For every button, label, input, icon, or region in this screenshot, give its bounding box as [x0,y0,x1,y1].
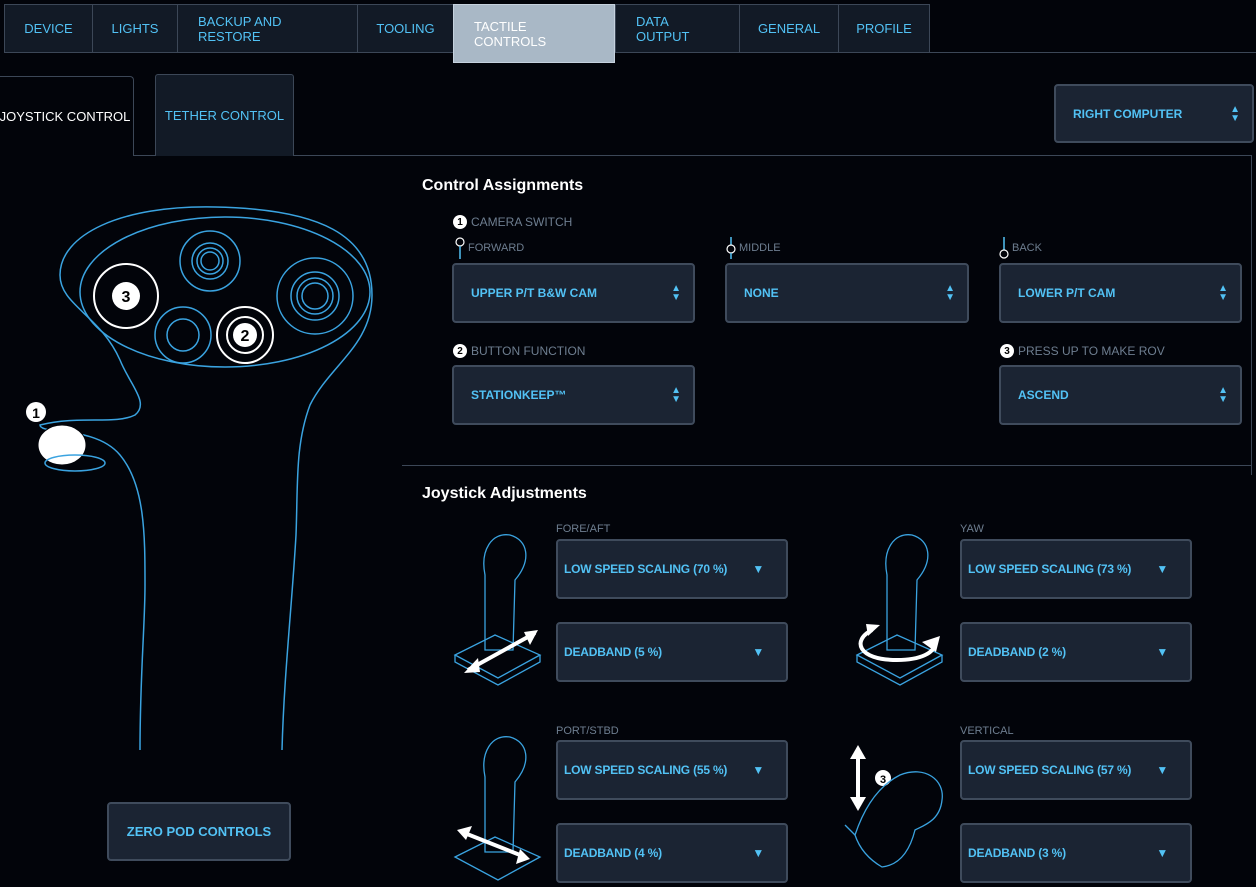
camera-switch-label: 1 CAMERA SWITCH [453,215,572,229]
fore-aft-deadband-select[interactable]: DEADBAND (5 %) ▼ [556,622,788,682]
tab-profile[interactable]: PROFILE [838,4,930,53]
svg-text:3: 3 [880,774,886,786]
section-divider [402,465,1252,466]
control-assignments-title: Control Assignments [422,177,584,194]
port-stbd-deadband-select[interactable]: DEADBAND (4 %) ▼ [556,823,788,883]
press-up-value: ASCEND [1018,388,1069,402]
camera-switch-diagram [37,424,87,466]
port-stbd-label: PORT/STBD [556,725,619,737]
panel-border [1251,155,1252,475]
up-down-arrows-icon: ▲ ▼ [1230,103,1240,124]
yaw-deadband-value: DEADBAND (2 %) [968,645,1066,659]
yaw-joystick-icon [855,534,944,686]
button-function-select[interactable]: STATIONKEEP™ ▲ ▼ [452,365,695,425]
vertical-label: VERTICAL [960,725,1014,737]
chevron-down-icon: ▼ [1156,645,1168,659]
tab-joystick-control[interactable]: JOYSTICK CONTROL [0,76,134,156]
switch-back-icon [999,237,1009,259]
forward-camera-value: UPPER P/T B&W CAM [471,286,597,300]
subtab-divider [294,155,1252,156]
chevron-down-icon: ▼ [752,846,764,860]
chevron-down-icon: ▼ [752,645,764,659]
switch-forward-icon [455,237,465,259]
zero-pod-controls-button[interactable]: ZERO POD CONTROLS [107,802,291,861]
tab-backup-and-restore[interactable]: BACKUP AND RESTORE [177,4,357,53]
yaw-scaling-select[interactable]: LOW SPEED SCALING (73 %) ▼ [960,539,1192,599]
switch-middle-icon [726,237,736,259]
joystick-diagram: 3 2 1 [26,206,373,751]
vertical-deadband-value: DEADBAND (3 %) [968,846,1066,860]
yaw-label: YAW [960,523,984,535]
yaw-scaling-value: LOW SPEED SCALING (73 %) [968,562,1132,576]
button-function-value: STATIONKEEP™ [471,388,567,402]
middle-label: MIDDLE [739,242,781,254]
chevron-down-icon: ▼ [1156,763,1168,777]
switch-1-number: 1 [32,405,40,421]
number-badge: 3 [1000,344,1014,358]
back-camera-value: LOWER P/T CAM [1018,286,1116,300]
computer-select-value: RIGHT COMPUTER [1073,106,1183,121]
up-down-arrows-icon: ▲ ▼ [671,385,681,405]
middle-camera-select[interactable]: NONE ▲ ▼ [725,263,969,323]
back-label: BACK [1012,242,1042,254]
top-divider [930,52,1256,53]
tab-tether-control[interactable]: TETHER CONTROL [155,74,294,156]
forward-label: FORWARD [468,242,525,254]
joystick-outline [39,206,373,751]
vertical-deadband-select[interactable]: DEADBAND (3 %) ▼ [960,823,1192,883]
chevron-down-icon: ▼ [1156,562,1168,576]
joystick-adjustments-title: Joystick Adjustments [422,485,587,502]
top-tab-bar: DEVICE LIGHTS BACKUP AND RESTORE TOOLING… [4,4,930,63]
hat-outer [179,230,241,292]
fore-aft-scaling-value: LOW SPEED SCALING (70 %) [564,562,728,576]
press-up-select[interactable]: ASCEND ▲ ▼ [999,365,1242,425]
fore-aft-deadband-value: DEADBAND (5 %) [564,645,662,659]
button-function-label: 2 BUTTON FUNCTION [453,344,585,358]
tab-tactile-controls[interactable]: TACTILE CONTROLS [453,4,615,63]
chevron-down-icon: ▼ [752,763,764,777]
forward-camera-select[interactable]: UPPER P/T B&W CAM ▲ ▼ [452,263,695,323]
press-up-label: 3 PRESS UP TO MAKE ROV [1000,344,1165,358]
vertical-joystick-icon: 3 [844,745,943,868]
port-stbd-joystick-icon [453,736,542,881]
small-button-outer [154,306,212,364]
tab-lights[interactable]: LIGHTS [92,4,177,53]
up-down-arrows-icon: ▲ ▼ [1218,385,1228,405]
trigger-outer [276,257,354,335]
port-stbd-scaling-select[interactable]: LOW SPEED SCALING (55 %) ▼ [556,740,788,800]
back-camera-select[interactable]: LOWER P/T CAM ▲ ▼ [999,263,1242,323]
vertical-scaling-select[interactable]: LOW SPEED SCALING (57 %) ▼ [960,740,1192,800]
chevron-down-icon: ▼ [752,562,764,576]
camera-switch-text: CAMERA SWITCH [471,215,573,229]
fore-aft-label: FORE/AFT [556,523,611,535]
vertical-scaling-value: LOW SPEED SCALING (57 %) [968,763,1132,777]
chevron-down-icon: ▼ [1156,846,1168,860]
button-function-text: BUTTON FUNCTION [471,344,586,358]
button-3-number: 3 [122,289,131,306]
up-down-arrows-icon: ▲ ▼ [671,283,681,303]
press-up-text: PRESS UP TO MAKE ROV [1018,344,1165,358]
number-badge: 2 [453,344,467,358]
tab-data-output[interactable]: DATA OUTPUT [615,4,739,53]
tab-tooling[interactable]: TOOLING [357,4,453,53]
button-2-number: 2 [241,328,250,345]
port-stbd-scaling-value: LOW SPEED SCALING (55 %) [564,763,728,777]
port-stbd-deadband-value: DEADBAND (4 %) [564,846,662,860]
middle-camera-value: NONE [744,286,779,300]
fore-aft-joystick-icon [453,534,542,686]
up-down-arrows-icon: ▲ ▼ [1218,283,1228,303]
yaw-deadband-select[interactable]: DEADBAND (2 %) ▼ [960,622,1192,682]
fore-aft-scaling-select[interactable]: LOW SPEED SCALING (70 %) ▼ [556,539,788,599]
up-down-arrows-icon: ▲ ▼ [945,283,955,303]
number-badge: 1 [453,215,467,229]
tab-general[interactable]: GENERAL [739,4,838,53]
computer-select[interactable]: RIGHT COMPUTER ▲ ▼ [1054,84,1254,143]
tab-device[interactable]: DEVICE [4,4,92,53]
